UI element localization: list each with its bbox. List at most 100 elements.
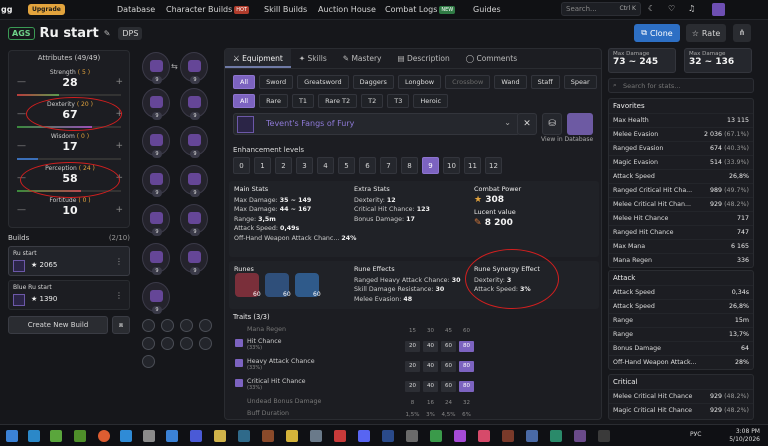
share-button[interactable]: ⋔ (733, 24, 751, 42)
nav-skill-builds[interactable]: Skill Builds (264, 5, 307, 14)
gear-slot[interactable]: 9 (142, 165, 170, 197)
app-icon[interactable] (120, 430, 132, 442)
filter-sword[interactable]: Sword (259, 75, 294, 89)
create-build-button[interactable]: Create New Build (8, 316, 108, 334)
increase-button[interactable]: + (115, 141, 123, 151)
app-icon[interactable] (550, 430, 562, 442)
enh-level[interactable]: 3 (296, 157, 313, 174)
rarity-all[interactable]: All (233, 94, 256, 108)
nav-auction-house[interactable]: Auction House (318, 5, 376, 14)
rarity-heroic[interactable]: Heroic (413, 94, 449, 108)
rarity-rare-t2[interactable]: Rare T2 (318, 94, 358, 108)
gear-slot[interactable]: 9 (180, 165, 208, 197)
build-card[interactable]: Blue Ru start ★ 1390 ⋮ (8, 280, 130, 310)
tab-equipment[interactable]: ⚔ Equipment (225, 49, 291, 68)
upgrade-button[interactable]: Upgrade (28, 4, 65, 15)
app-icon[interactable] (310, 430, 322, 442)
system-clock[interactable]: 3:08 PM 5/10/2026 (729, 428, 760, 444)
gear-slot[interactable]: 9 (142, 52, 170, 84)
app-icon[interactable] (526, 430, 538, 442)
gear-slot[interactable]: 9 (180, 243, 208, 275)
enh-level[interactable]: 10 (443, 157, 460, 174)
trait-checkbox[interactable] (235, 359, 243, 367)
app-icon[interactable] (190, 430, 202, 442)
app-icon[interactable] (382, 430, 394, 442)
heart-icon[interactable]: ♡ (668, 4, 675, 13)
search-input[interactable]: Search... Ctrl K (561, 2, 641, 16)
import-icon[interactable]: ⧈ (112, 316, 130, 334)
rune-slot[interactable] (180, 337, 193, 350)
app-icon[interactable] (334, 430, 346, 442)
trait-row[interactable]: Heavy Attack Chance (33%) 20 40 60 80 (233, 358, 593, 376)
rune-slot[interactable] (161, 337, 174, 350)
gear-slot[interactable]: 9 (180, 126, 208, 158)
enh-level[interactable]: 0 (233, 157, 250, 174)
tab-comments[interactable]: ◯ Comments (458, 49, 525, 68)
app-icon[interactable] (50, 430, 62, 442)
filter-all[interactable]: All (233, 75, 256, 89)
app-icon[interactable] (166, 430, 178, 442)
enh-level-selected[interactable]: 9 (422, 157, 439, 174)
discord-icon[interactable] (358, 430, 370, 442)
app-icon[interactable] (28, 430, 40, 442)
gear-slot[interactable]: 9 (142, 126, 170, 158)
enh-level[interactable]: 7 (380, 157, 397, 174)
database-icon[interactable]: ⛁ (542, 113, 562, 135)
filter-greatsword[interactable]: Greatsword (297, 75, 349, 89)
decrease-button[interactable]: — (17, 77, 26, 87)
enh-level[interactable]: 1 (254, 157, 271, 174)
rate-button[interactable]: ☆ Rate (686, 24, 726, 42)
tab-mastery[interactable]: ✎ Mastery (335, 49, 390, 68)
app-icon[interactable] (574, 430, 586, 442)
clear-button[interactable]: ✕ (517, 113, 537, 135)
rune-slot[interactable] (161, 319, 174, 332)
stats-search-input[interactable]: ⌕ Search for stats... (608, 78, 754, 93)
swap-icon[interactable]: ⇆ (171, 62, 178, 71)
decrease-button[interactable]: — (17, 109, 26, 119)
rarity-t2[interactable]: T2 (361, 94, 384, 108)
more-icon[interactable]: ⋮ (115, 291, 123, 300)
gear-slot[interactable]: 9 (142, 243, 170, 275)
browser-icon[interactable] (98, 430, 110, 442)
gear-slot[interactable]: 9 (142, 88, 170, 120)
build-card[interactable]: Ru start ★ 2065 ⋮ (8, 246, 130, 276)
gear-slot[interactable]: 9 (180, 204, 208, 236)
increase-button[interactable]: + (115, 77, 123, 87)
trait-checkbox[interactable] (235, 379, 243, 387)
rune-slot[interactable] (142, 337, 155, 350)
app-icon[interactable] (143, 430, 155, 442)
trait-checkbox[interactable] (235, 339, 243, 347)
app-icon[interactable] (286, 430, 298, 442)
rarity-t1[interactable]: T1 (291, 94, 315, 108)
app-icon[interactable] (74, 430, 86, 442)
trait-row[interactable]: Hit Chance (33%) 20 40 60 80 (233, 338, 593, 356)
weapon-image[interactable] (567, 113, 593, 135)
nav-character-builds[interactable]: Character Builds (166, 5, 232, 14)
filter-daggers[interactable]: Daggers (352, 75, 394, 89)
filter-wand[interactable]: Wand (494, 75, 527, 89)
gear-slot[interactable]: 9 (180, 52, 208, 84)
app-icon[interactable] (478, 430, 490, 442)
filter-staff[interactable]: Staff (530, 75, 560, 89)
rune-slot[interactable] (199, 337, 212, 350)
edit-icon[interactable]: ✎ (104, 29, 111, 38)
nav-guides[interactable]: Guides (473, 5, 501, 14)
app-icon[interactable] (598, 430, 610, 442)
enh-level[interactable]: 11 (464, 157, 481, 174)
gear-slot[interactable]: 9 (180, 88, 208, 120)
decrease-button[interactable]: — (17, 141, 26, 151)
weapon-select[interactable]: Tevent's Fangs of Fury ⌄ (233, 113, 520, 135)
app-icon[interactable] (238, 430, 250, 442)
rarity-t3[interactable]: T3 (387, 94, 410, 108)
app-icon[interactable] (214, 430, 226, 442)
rune-slot[interactable] (199, 319, 212, 332)
start-icon[interactable] (6, 430, 18, 442)
nav-database[interactable]: Database (117, 5, 155, 14)
filter-crossbow[interactable]: Crossbow (445, 75, 491, 89)
site-logo[interactable]: gg (0, 5, 14, 14)
bell-icon[interactable]: ♫ (688, 4, 695, 13)
enh-level[interactable]: 4 (317, 157, 334, 174)
rune-slot[interactable] (180, 319, 193, 332)
app-icon[interactable] (406, 430, 418, 442)
moon-icon[interactable]: ☾ (648, 4, 655, 13)
